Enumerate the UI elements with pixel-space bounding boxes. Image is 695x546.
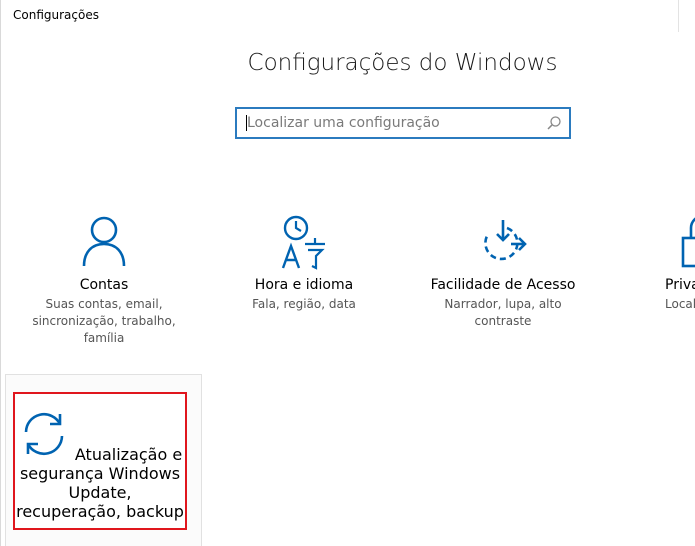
tile-label: Contas [79,277,129,293]
tile-contas[interactable]: Contas Suas contas, email, sincronização… [9,214,199,347]
tile-description: Fala, região, data [252,297,356,311]
person-icon [82,216,126,267]
page-title: Configurações do Windows [247,50,558,76]
tile-description: Narrador, lupa, alto contraste [444,297,562,328]
settings-window: Configurações Configurações do Windows C… [0,0,695,546]
tile-label: Facilidade de Acesso [430,277,576,293]
search-input[interactable] [237,109,547,137]
sync-icon [24,412,64,456]
text-cursor [246,115,247,131]
title-bar[interactable]: Configurações [1,0,695,32]
lock-icon [681,217,695,268]
tile-atualizacao-e-seguranca[interactable]: Atualização e segurança Windows Update, … [13,392,187,530]
tile-privacidade[interactable]: Priva Localiza [607,214,695,313]
tile-label: Priva [665,277,695,293]
tile-description: Suas contas, email, sincronização, traba… [32,297,176,345]
search-icon[interactable] [545,114,563,132]
search-box[interactable] [235,107,571,139]
tile-hora-e-idioma[interactable]: Hora e idioma Fala, região, data [209,214,399,313]
tile-facilidade-de-acesso[interactable]: Facilidade de Acesso Narrador, lupa, alt… [408,214,598,330]
tile-description: Localiza [665,297,695,311]
time-language-icon [281,215,325,270]
title-bar-edge [678,0,679,32]
window-title: Configurações [13,8,99,22]
tile-label: Hora e idioma [254,277,354,293]
ease-of-access-icon [484,220,527,261]
